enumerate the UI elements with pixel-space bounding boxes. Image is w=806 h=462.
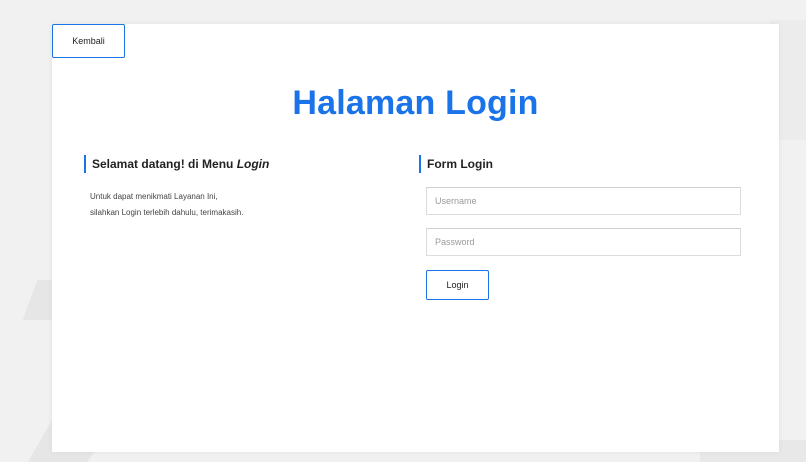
welcome-description-line-1: Untuk dapat menikmati Layanan Ini, (90, 192, 218, 201)
welcome-description-line-2: silahkan Login terlebih dahulu, terimaka… (90, 208, 244, 217)
login-button[interactable]: Login (426, 270, 489, 300)
page-title: Halaman Login (292, 84, 539, 122)
welcome-heading: Selamat datang! di Menu Login (84, 155, 269, 173)
password-input[interactable] (426, 228, 741, 256)
welcome-heading-text: Selamat datang! di Menu (92, 157, 237, 171)
back-button[interactable]: Kembali (52, 24, 125, 58)
form-heading: Form Login (419, 155, 493, 173)
welcome-description: Untuk dapat menikmati Layanan Ini, silah… (90, 189, 243, 221)
login-card: Kembali Halaman Login Selamat datang! di… (52, 24, 779, 452)
username-input[interactable] (426, 187, 741, 215)
welcome-heading-emphasis: Login (236, 157, 270, 171)
